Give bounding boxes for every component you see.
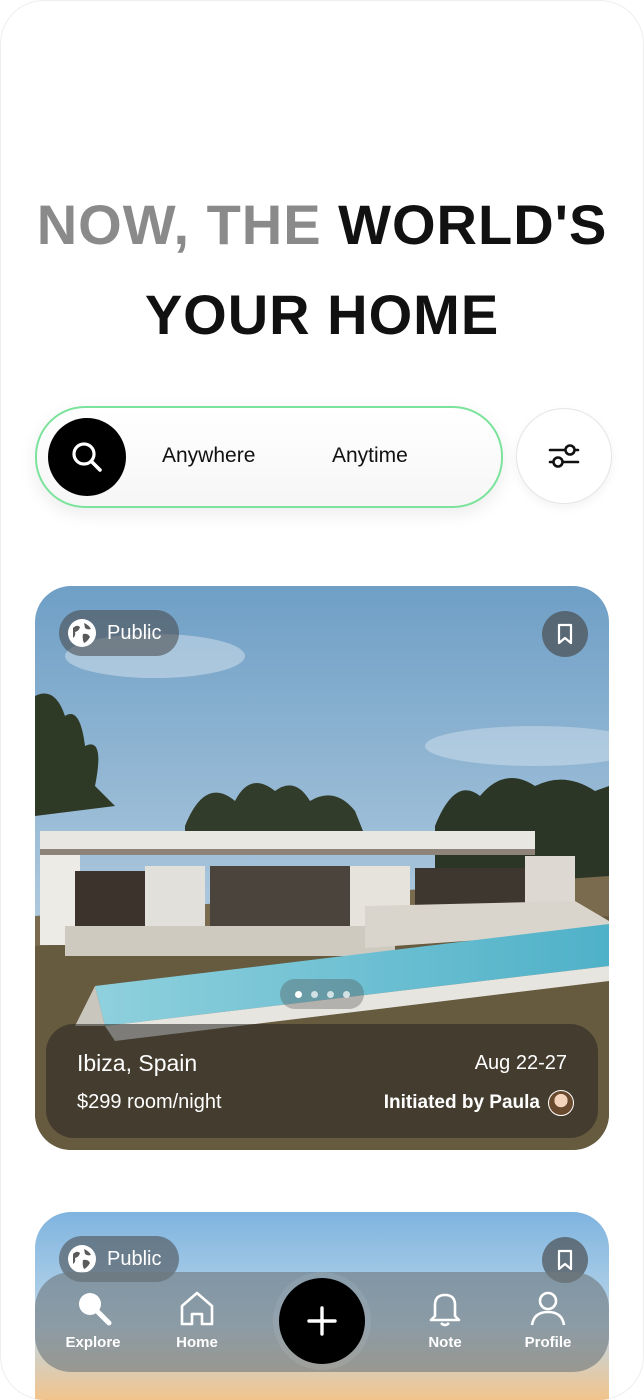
add-button[interactable] [279,1278,365,1364]
nav-explore[interactable]: Explore [53,1288,133,1351]
nav-profile-label: Profile [524,1334,572,1351]
user-icon [530,1291,566,1326]
bookmark-icon [557,623,573,645]
listing-location: Ibiza, Spain [77,1050,198,1076]
listing-price: $299 room/night [77,1091,222,1113]
listing-info-panel: Ibiza, Spain $299 room/night Aug 22-27 I… [46,1024,598,1138]
nav-profile[interactable]: Profile [508,1288,588,1351]
search-bar[interactable]: Anywhere Anytime [35,406,503,508]
search-icon [72,442,102,472]
listing-card[interactable]: Public Ibiza, Spain $299 room/night Aug … [35,586,609,1150]
bell-icon [429,1293,461,1327]
page-dot[interactable] [342,990,350,998]
photo-pagination[interactable] [280,979,364,1009]
search-anytime[interactable]: Anytime [332,444,408,468]
headline-line2: YOUR HOME [144,283,500,346]
page-dot[interactable] [310,990,318,998]
bookmark-icon [557,1249,573,1271]
nav-home[interactable]: Home [157,1288,237,1351]
plus-icon [307,1306,337,1336]
app-screen: NOW, THE WORLD'S YOUR HOME Anywhere Anyt… [0,0,644,1400]
page-dot[interactable] [294,990,302,998]
search-icon [79,1293,112,1326]
bookmark-button[interactable] [542,611,588,657]
page-dot[interactable] [326,990,334,998]
nav-home-label: Home [176,1334,218,1351]
listing-dates: Aug 22-27 [474,1052,567,1074]
listing-initiator: Initiated by Paula [383,1092,540,1113]
headline-strong: WORLD'S [338,193,608,256]
badge-label: Public [107,1247,162,1270]
avatar[interactable] [548,1090,574,1116]
headline-muted: NOW, THE [36,193,322,256]
headline: NOW, THE WORLD'S YOUR HOME [0,180,644,360]
globe-icon [68,1245,96,1273]
nav-explore-label: Explore [65,1334,121,1351]
visibility-badge: Public [59,610,180,656]
search-anywhere[interactable]: Anywhere [162,444,255,468]
home-icon [180,1291,214,1326]
nav-note-label: Note [428,1334,462,1351]
search-button[interactable] [48,418,126,496]
globe-icon [68,619,96,647]
badge-label: Public [107,621,162,644]
filter-sliders-icon [548,444,580,468]
nav-note[interactable]: Note [405,1288,485,1351]
filter-button[interactable] [516,408,612,504]
